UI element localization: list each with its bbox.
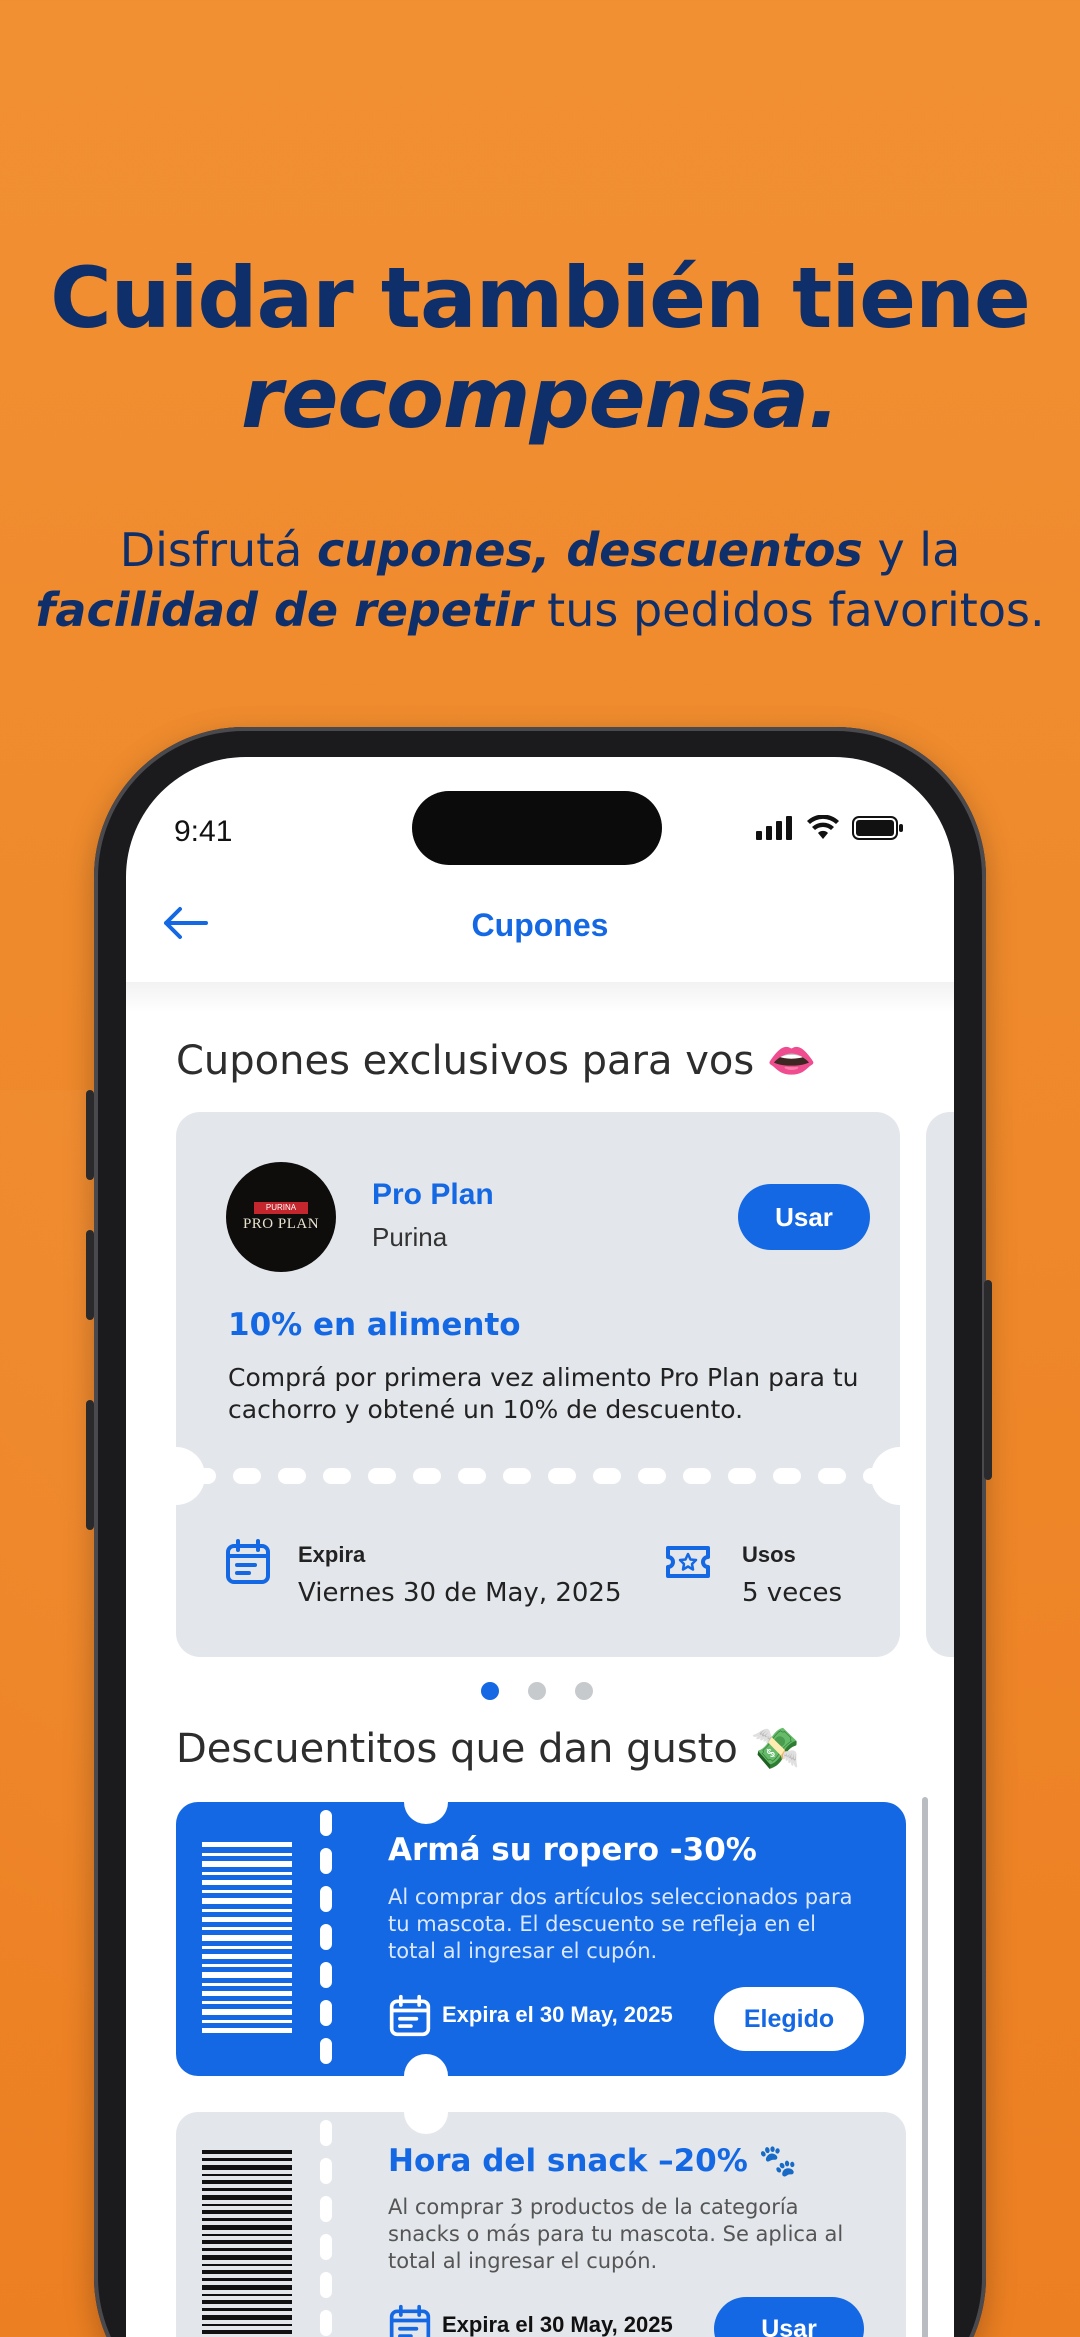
usos-label: Usos — [742, 1542, 796, 1567]
sub-emph: , — [532, 523, 567, 577]
phone-side-button — [86, 1400, 94, 1530]
coupon-offer: 10% en alimento — [228, 1307, 521, 1343]
scrollbar[interactable] — [922, 1797, 928, 2337]
phone-side-button — [86, 1230, 94, 1320]
pager-dot[interactable] — [528, 1682, 546, 1700]
coupon-card[interactable]: PURINA PRO PLAN Pro Plan Purina Usar 10%… — [147, 1112, 929, 1657]
ticket-title: Hora del snack –20% 🐾 — [388, 2143, 798, 2179]
nav-divider — [126, 982, 954, 1012]
ticket-title: Armá su ropero -30% — [388, 1832, 757, 1868]
discount-ticket[interactable]: Hora del snack –20% 🐾 Al comprar 3 produ… — [176, 2112, 906, 2337]
ticket-notch — [147, 1447, 205, 1505]
signal-icon — [756, 816, 792, 840]
carousel-pager — [126, 1682, 954, 1702]
wifi-icon — [807, 815, 839, 839]
phone-side-button — [984, 1280, 992, 1480]
section-title-discounts: Descuentitos que dan gusto 💸 — [176, 1726, 801, 1772]
use-coupon-button[interactable]: Usar — [738, 1184, 870, 1250]
logo-purina-text: PURINA — [254, 1202, 308, 1214]
usos-value: 5 veces — [742, 1578, 843, 1608]
discount-ticket[interactable]: Armá su ropero -30% Al comprar dos artíc… — [176, 1802, 906, 2076]
hero-subtitle: Disfrutá cupones, descuentos y la facili… — [0, 520, 1080, 640]
sub-text: y la — [862, 523, 961, 577]
pro-plan-logo: PURINA PRO PLAN — [226, 1162, 336, 1272]
barcode-icon — [202, 2150, 292, 2334]
expira-label: Expira — [298, 1542, 366, 1567]
section-title-exclusive: Cupones exclusivos para vos 👄 — [176, 1038, 817, 1084]
page-title: Cupones — [471, 907, 609, 943]
logo-proplan-text: PRO PLAN — [242, 1216, 320, 1232]
battery-icon — [852, 816, 903, 840]
dynamic-island — [412, 791, 662, 865]
sub-emph: cupones — [317, 523, 533, 577]
ticket-description: Al comprar dos artículos seleccionados p… — [388, 1885, 853, 1963]
ticket-expiry: Expira el 30 May, 2025 — [442, 2002, 673, 2027]
calendar-icon — [389, 2304, 431, 2337]
ticket-notch — [871, 1447, 929, 1505]
ticket-notch — [404, 1780, 448, 1824]
pager-dot-active[interactable] — [481, 1682, 499, 1700]
barcode-icon — [202, 1842, 292, 2033]
perforation-line — [320, 1810, 332, 2068]
calendar-icon — [226, 1539, 270, 1584]
hero-line-2: recompensa. — [241, 349, 840, 447]
calendar-icon — [389, 1994, 431, 2037]
sub-text: tus pedidos favoritos. — [532, 583, 1045, 637]
perforation-line — [320, 2120, 332, 2337]
next-coupon-card[interactable] — [926, 1112, 954, 1657]
coupon-maker: Purina — [372, 1222, 448, 1252]
use-discount-button[interactable]: Usar — [714, 2297, 864, 2337]
coupon-brand: Pro Plan — [372, 1178, 494, 1211]
ticket-star-icon — [666, 1546, 710, 1578]
top-nav: Cupones — [126, 887, 954, 987]
expira-value: Viernes 30 de May, 2025 — [298, 1578, 622, 1608]
sub-text: Disfrutá — [119, 523, 317, 577]
coupon-description: Comprá por primera vez alimento Pro Plan… — [228, 1363, 859, 1424]
sub-emph: descuentos — [566, 523, 863, 577]
perforation-line — [188, 1468, 888, 1484]
pager-dot[interactable] — [575, 1682, 593, 1700]
ticket-description: Al comprar 3 productos de la categoría s… — [388, 2195, 844, 2273]
hero-line-1: Cuidar también tiene — [50, 249, 1031, 347]
ticket-notch — [404, 2090, 448, 2134]
ticket-expiry: Expira el 30 May, 2025 — [442, 2312, 673, 2337]
status-time: 9:41 — [174, 815, 233, 848]
sub-emph: facilidad de repetir — [35, 583, 533, 637]
hero-headline: Cuidar también tiene recompensa. — [0, 248, 1080, 448]
chosen-button[interactable]: Elegido — [714, 1987, 864, 2051]
status-icons — [756, 815, 904, 841]
phone-side-button — [86, 1090, 94, 1180]
phone-screen: 9:41 Cupones Cupones exclusivos para vos… — [126, 757, 954, 2337]
